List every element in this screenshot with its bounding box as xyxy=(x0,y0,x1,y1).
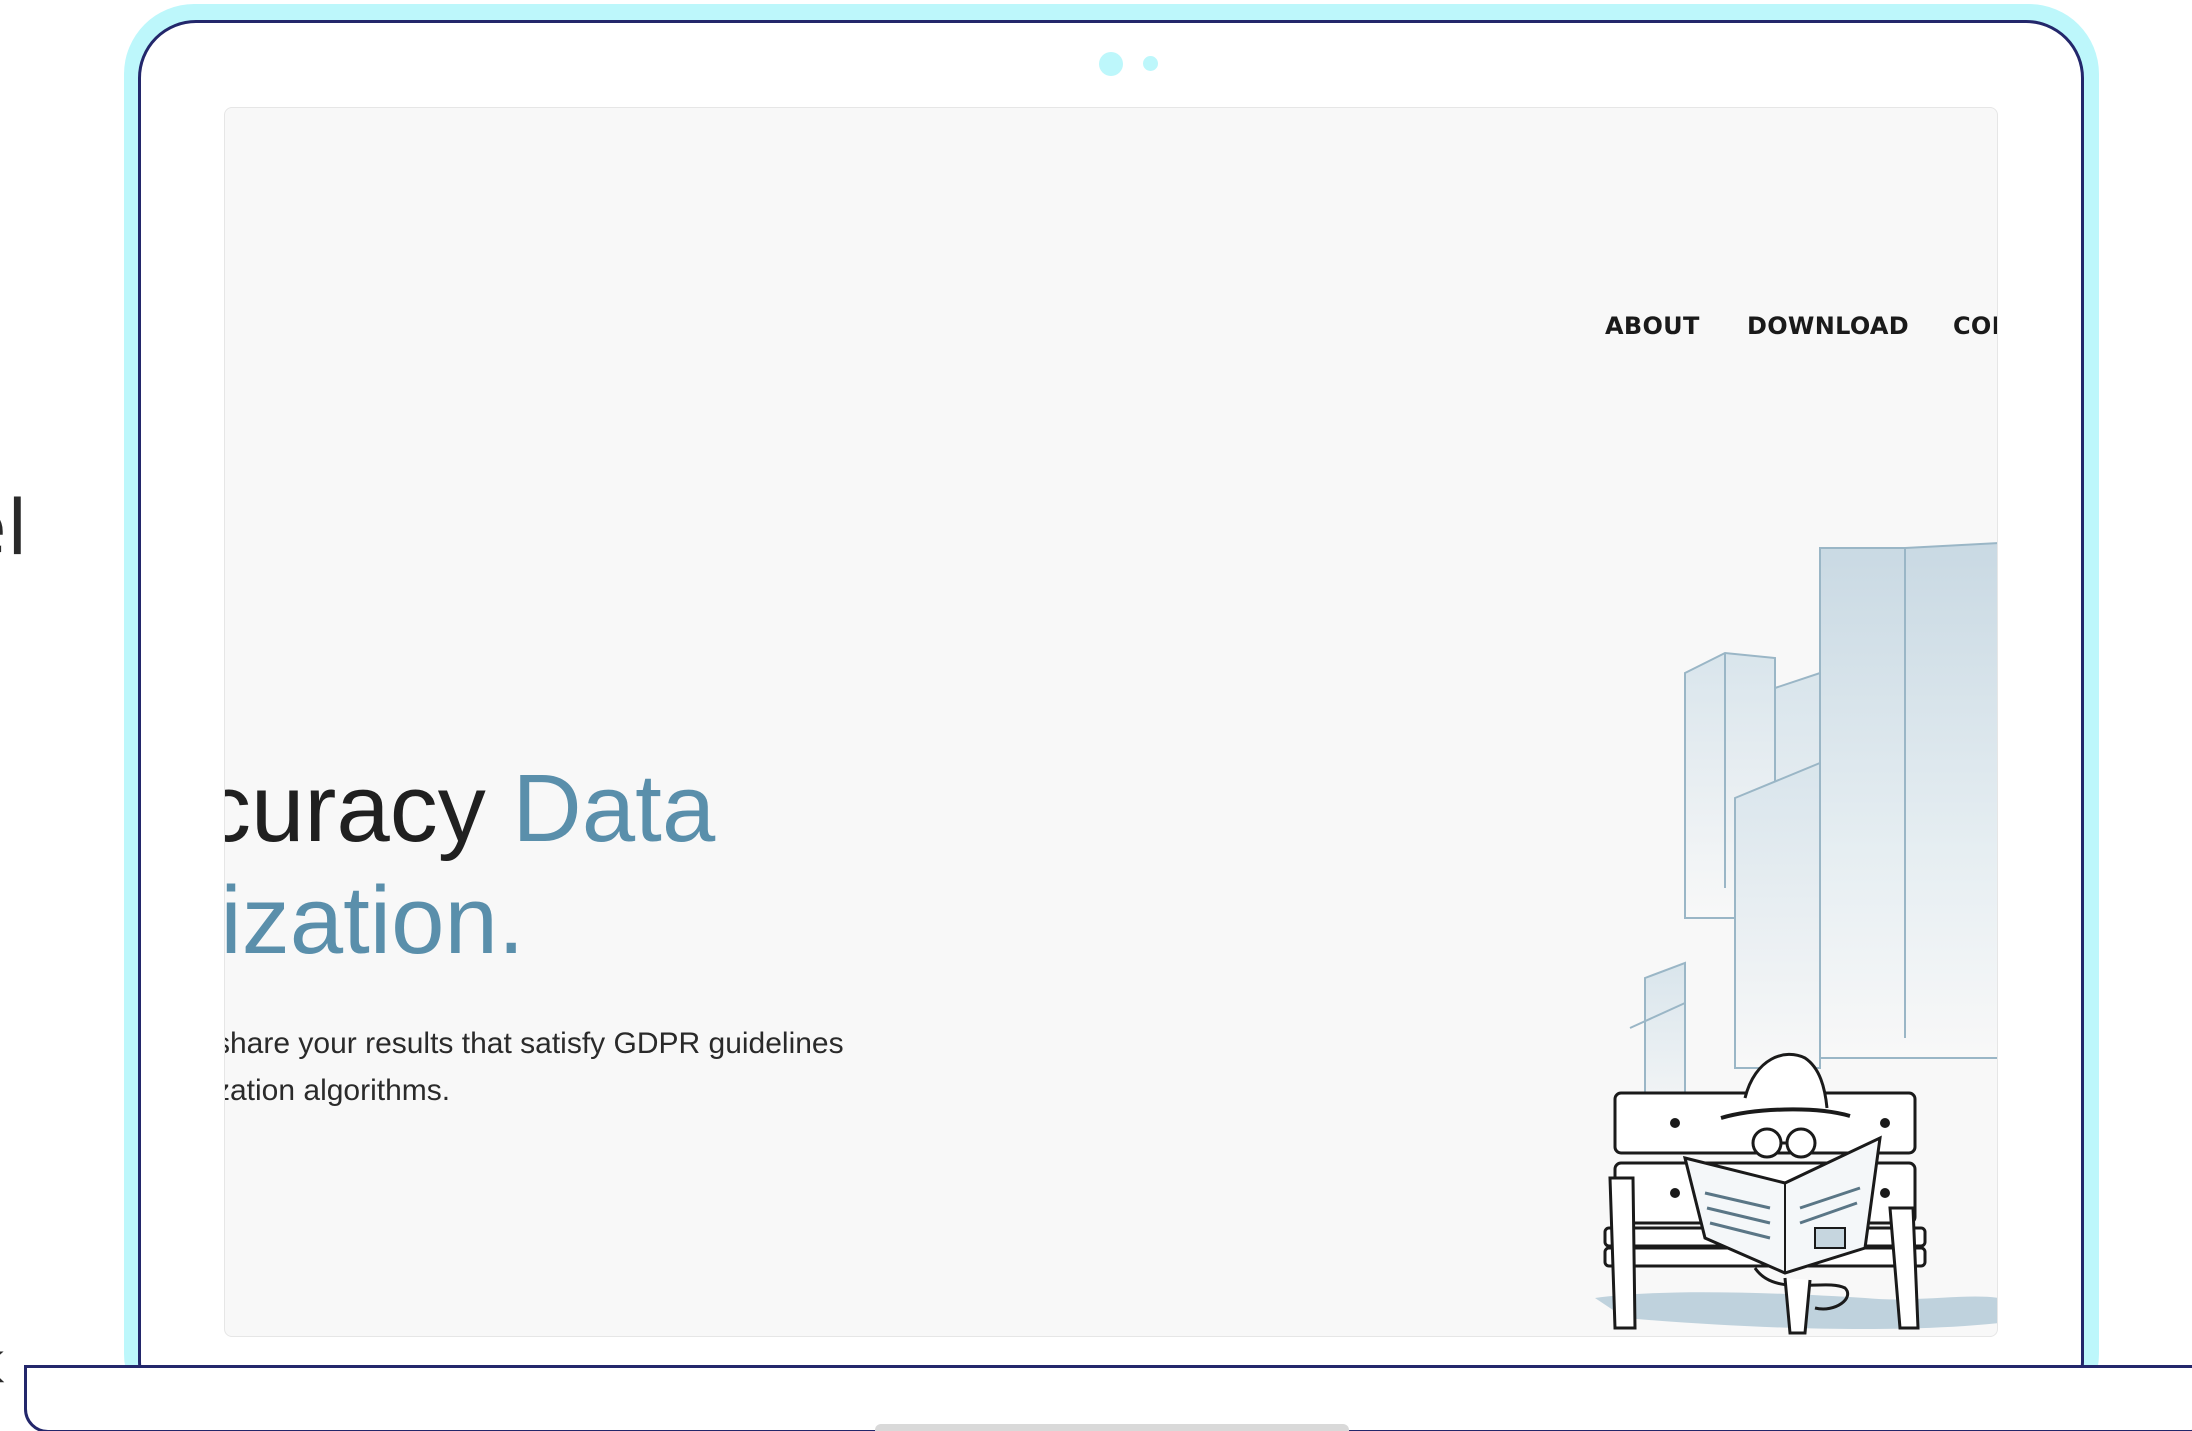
camera-sensor-icon xyxy=(1143,56,1158,71)
clipped-text-line: el xyxy=(0,483,28,572)
hero-subtitle: share your results that satisfy GDPR gui… xyxy=(224,1020,844,1114)
hero-subtitle-line1: share your results that satisfy GDPR gui… xyxy=(224,1027,844,1060)
nav-link-contact[interactable]: CON xyxy=(1953,312,1997,340)
laptop-screen: ABOUT DOWNLOAD CON ccuracy Data nization… xyxy=(224,107,1998,1337)
top-navigation: ABOUT DOWNLOAD CON xyxy=(225,312,1997,352)
hero-title-accent-line2: nization. xyxy=(225,867,525,974)
hero-title: ccuracy Data nization. xyxy=(225,753,716,977)
hero-subtitle-line2: zation algorithms. xyxy=(224,1074,451,1107)
person-reading-newspaper-illustration-icon xyxy=(1595,542,1997,1335)
camera-icon xyxy=(1099,52,1123,76)
clipped-text-line: k xyxy=(0,1336,4,1392)
laptop-base-notch xyxy=(875,1424,1349,1431)
page: el t k ABOUT DOWNLOAD CON ccuracy Data n… xyxy=(0,0,2192,1431)
hero-title-text: ccuracy xyxy=(225,755,486,862)
laptop-base xyxy=(24,1365,2192,1431)
nav-link-about[interactable]: ABOUT xyxy=(1605,312,1700,340)
hero-title-accent: Data xyxy=(512,755,716,862)
nav-link-download[interactable]: DOWNLOAD xyxy=(1747,312,1909,340)
